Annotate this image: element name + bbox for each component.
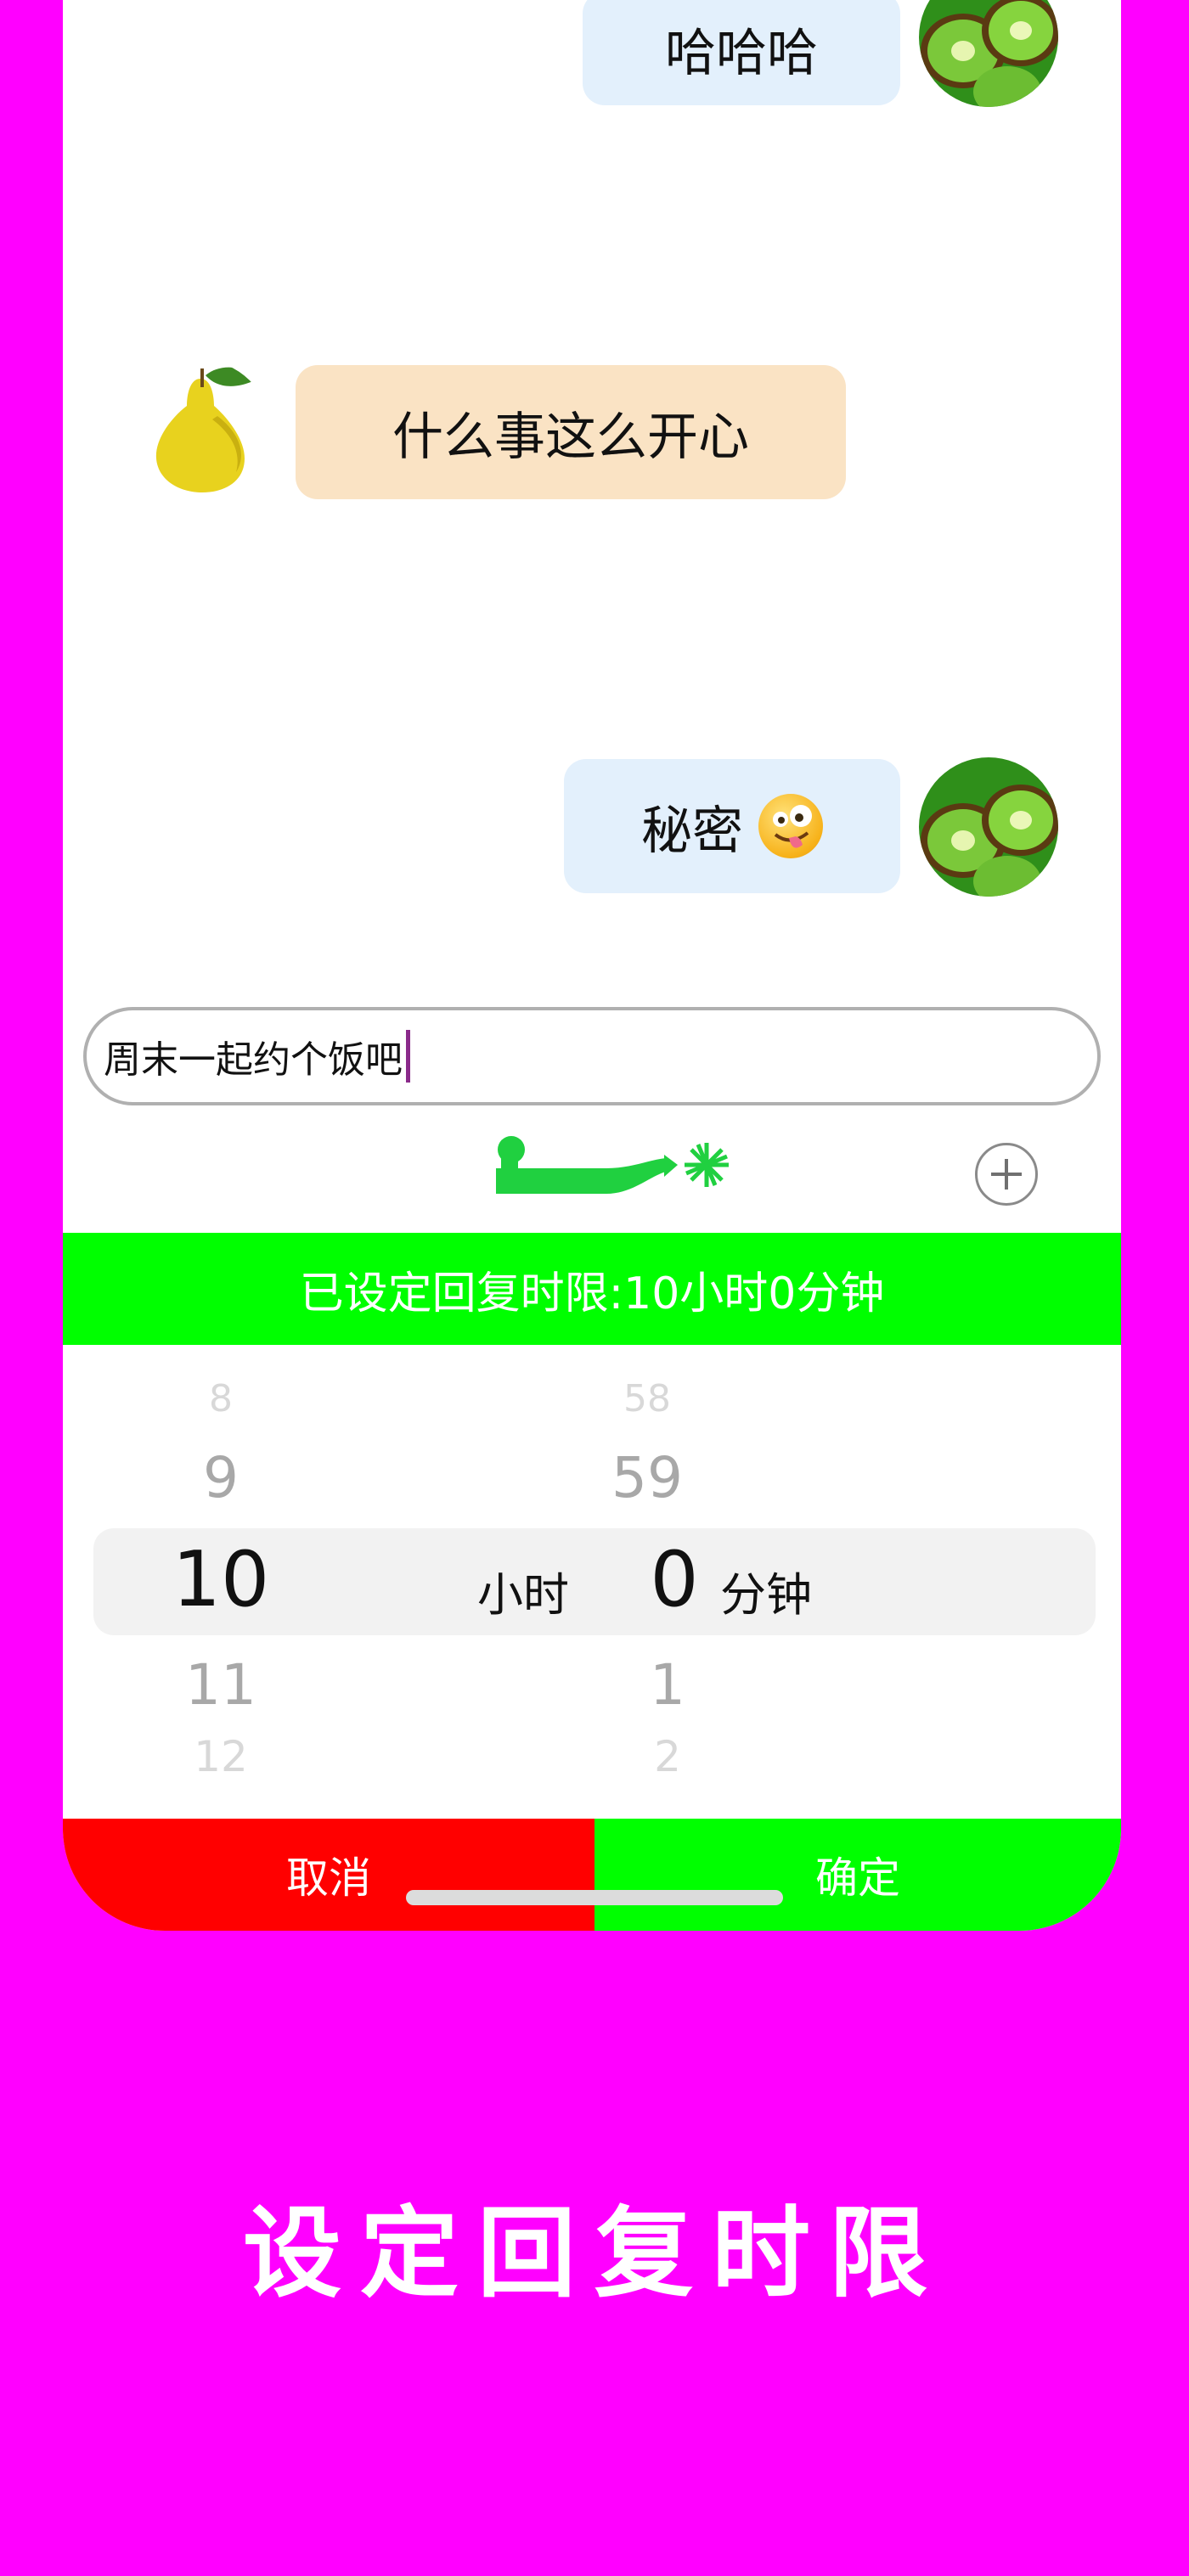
home-indicator[interactable] bbox=[406, 1890, 783, 1905]
confirm-button[interactable]: 确定 bbox=[594, 1819, 1121, 1931]
kiwi-avatar[interactable] bbox=[919, 757, 1058, 897]
reply-limit-status: 已设定回复时限:10小时0分钟 bbox=[63, 1233, 1121, 1345]
plus-icon bbox=[991, 1159, 1022, 1190]
spur-send-icon[interactable] bbox=[496, 1134, 776, 1211]
minutes-option[interactable]: 59 bbox=[611, 1445, 683, 1510]
message-input-value: 周末一起约个饭吧 bbox=[104, 1038, 403, 1082]
minutes-option[interactable]: 2 bbox=[654, 1732, 681, 1773]
hours-unit-label: 小时 bbox=[477, 1568, 569, 1622]
hours-option[interactable]: 11 bbox=[185, 1652, 256, 1718]
confirm-label: 确定 bbox=[815, 1853, 900, 1903]
minutes-option[interactable]: 1 bbox=[650, 1652, 685, 1718]
message-bubble-me[interactable]: 秘密 bbox=[564, 759, 900, 893]
message-text: 秘密 bbox=[641, 801, 743, 861]
pear-avatar[interactable] bbox=[131, 360, 270, 499]
hours-option[interactable]: 9 bbox=[203, 1445, 239, 1510]
minutes-option[interactable]: 58 bbox=[623, 1377, 671, 1420]
promo-caption: 设定回复时限 bbox=[243, 2196, 946, 2311]
message-input[interactable]: 周末一起约个饭吧 bbox=[83, 1007, 1101, 1105]
hours-option[interactable]: 12 bbox=[194, 1732, 248, 1773]
message-text: 什么事这么开心 bbox=[392, 407, 749, 467]
app-screen: 哈哈哈 什么事这么开心 秘密 周末一起约个饭吧 已设定回复时限:10小时0分钟 … bbox=[63, 0, 1121, 1931]
add-button[interactable] bbox=[975, 1143, 1038, 1206]
cancel-label: 取消 bbox=[286, 1853, 371, 1903]
text-caret bbox=[406, 1030, 410, 1083]
cancel-button[interactable]: 取消 bbox=[63, 1819, 594, 1931]
minutes-unit-label: 分钟 bbox=[720, 1568, 812, 1622]
minutes-selected[interactable]: 0 bbox=[650, 1535, 698, 1624]
zany-face-icon bbox=[758, 794, 823, 858]
message-text: 哈哈哈 bbox=[665, 23, 818, 83]
message-bubble-other[interactable]: 什么事这么开心 bbox=[296, 365, 846, 499]
hours-selected[interactable]: 10 bbox=[172, 1535, 270, 1624]
hours-option[interactable]: 8 bbox=[209, 1377, 233, 1420]
kiwi-avatar[interactable] bbox=[919, 0, 1058, 107]
message-bubble-me[interactable]: 哈哈哈 bbox=[583, 0, 900, 105]
reply-limit-text: 已设定回复时限:10小时0分钟 bbox=[299, 1268, 885, 1319]
